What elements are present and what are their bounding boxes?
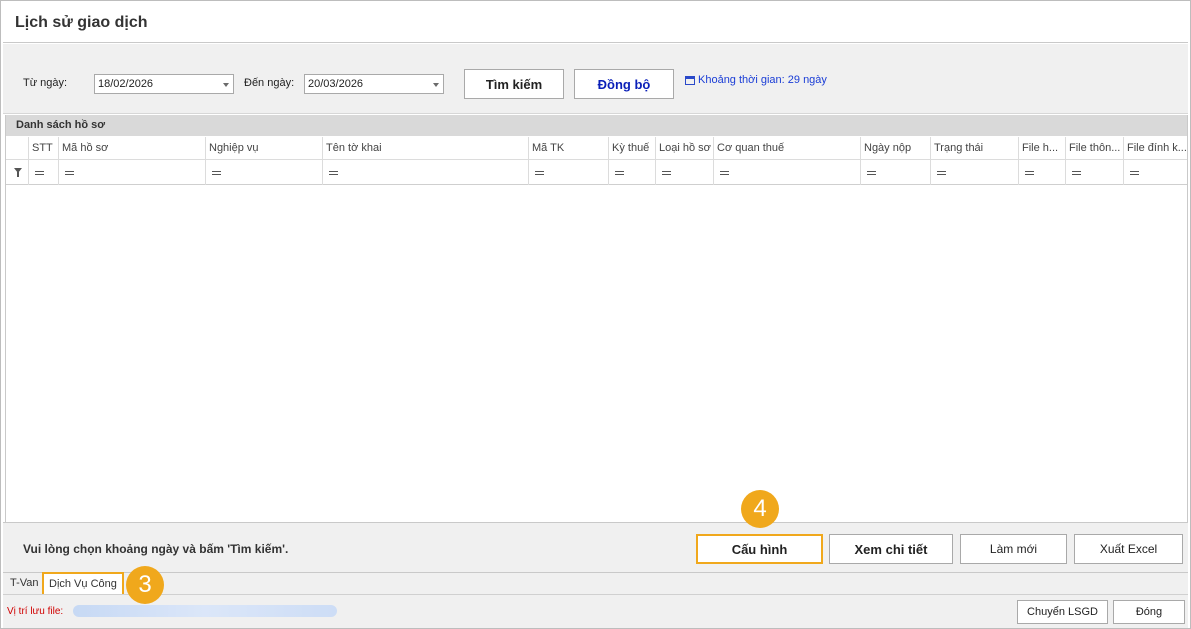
filter-cell-file-thong[interactable] — [1065, 160, 1123, 185]
equals-icon — [212, 171, 221, 175]
equals-icon — [662, 171, 671, 175]
tab-t-van[interactable]: T-Van — [5, 573, 45, 595]
equals-icon — [35, 171, 44, 175]
filter-cell-stt[interactable] — [28, 160, 58, 185]
to-date-label: Đến ngày: — [244, 77, 295, 89]
title-bar: Lịch sử giao dịch — [3, 3, 1188, 43]
grid-caption: Danh sách hồ sơ — [6, 115, 1187, 136]
filter-cell-file-h[interactable] — [1018, 160, 1065, 185]
equals-icon — [720, 171, 729, 175]
view-detail-button[interactable]: Xem chi tiết — [829, 534, 953, 564]
equals-icon — [1025, 171, 1034, 175]
filter-cell-trang-thai[interactable] — [930, 160, 1018, 185]
column-header-stt[interactable]: STT — [28, 137, 58, 160]
column-header-ngay-nop[interactable]: Ngày nộp — [860, 137, 930, 160]
tab-dich-vu-cong[interactable]: Dịch Vụ Công — [42, 572, 124, 596]
column-header-ma-ho-so[interactable]: Mã hồ sơ — [58, 137, 205, 160]
filter-cell-ma-tk[interactable] — [528, 160, 608, 185]
from-date-picker[interactable]: 18/02/2026 — [94, 74, 234, 94]
column-header-file-h[interactable]: File h... — [1018, 137, 1065, 160]
footer: Vị trí lưu file: Chuyển LSGD Đóng — [3, 594, 1188, 628]
grid-filter-row — [6, 160, 1187, 185]
column-header-ky-thue[interactable]: Kỳ thuế — [608, 137, 655, 160]
sync-button[interactable]: Đồng bộ — [574, 69, 674, 99]
equals-icon — [1130, 171, 1139, 175]
status-bar: Vui lòng chọn khoảng ngày và bấm 'Tìm ki… — [3, 522, 1188, 572]
column-header-ten-to-khai[interactable]: Tên tờ khai — [322, 137, 528, 160]
equals-icon — [615, 171, 624, 175]
column-header-trang-thai[interactable]: Trạng thái — [930, 137, 1018, 160]
export-excel-button[interactable]: Xuất Excel — [1074, 534, 1183, 564]
filter-cell-ngay-nop[interactable] — [860, 160, 930, 185]
chevron-down-icon[interactable] — [433, 83, 439, 87]
calendar-icon — [685, 75, 695, 85]
records-grid: Danh sách hồ sơ STT Mã hồ sơ Nghiệp vụ T… — [5, 115, 1188, 522]
column-header-file-dinh-kem[interactable]: File đính k... — [1123, 137, 1187, 160]
tab-strip: T-Van Dịch Vụ Công — [3, 572, 1188, 596]
filter-cell-ma-ho-so[interactable] — [58, 160, 205, 185]
filter-cell-ten-to-khai[interactable] — [322, 160, 528, 185]
date-range-text: Khoảng thời gian: 29 ngày — [698, 74, 827, 86]
filter-cell-loai-ho-so[interactable] — [655, 160, 713, 185]
close-button[interactable]: Đóng — [1113, 600, 1185, 624]
column-header-ma-tk[interactable]: Mã TK — [528, 137, 608, 160]
filter-cell-ky-thue[interactable] — [608, 160, 655, 185]
to-date-picker[interactable]: 20/03/2026 — [304, 74, 444, 94]
status-message: Vui lòng chọn khoảng ngày và bấm 'Tìm ki… — [23, 542, 289, 556]
chevron-down-icon[interactable] — [223, 83, 229, 87]
equals-icon — [937, 171, 946, 175]
column-header-co-quan-thue[interactable]: Cơ quan thuế — [713, 137, 860, 160]
equals-icon — [1072, 171, 1081, 175]
filter-cell-co-quan-thue[interactable] — [713, 160, 860, 185]
config-button[interactable]: Cấu hình — [696, 534, 823, 564]
transfer-lsgd-button[interactable]: Chuyển LSGD — [1017, 600, 1108, 624]
window-title: Lịch sử giao dịch — [15, 14, 148, 31]
refresh-button[interactable]: Làm mới — [960, 534, 1067, 564]
filter-cell-nghiep-vu[interactable] — [205, 160, 322, 185]
search-button[interactable]: Tìm kiếm — [464, 69, 564, 99]
date-range-link[interactable]: Khoảng thời gian: 29 ngày — [685, 74, 827, 86]
equals-icon — [535, 171, 544, 175]
grid-header-row: STT Mã hồ sơ Nghiệp vụ Tên tờ khai Mã TK… — [6, 137, 1187, 160]
from-date-label: Từ ngày: — [23, 77, 68, 89]
column-header-nghiep-vu[interactable]: Nghiệp vụ — [205, 137, 322, 160]
main-window: Lịch sử giao dịch Từ ngày: 18/02/2026 Đế… — [0, 0, 1191, 629]
filter-area: Từ ngày: 18/02/2026 Đến ngày: 20/03/2026… — [3, 44, 1188, 114]
filter-icon[interactable] — [14, 168, 22, 177]
from-date-value: 18/02/2026 — [98, 78, 154, 90]
equals-icon — [65, 171, 74, 175]
column-header-file-thong[interactable]: File thôn... — [1065, 137, 1123, 160]
column-header-loai-ho-so[interactable]: Loại hồ sơ — [655, 137, 713, 160]
to-date-value: 20/03/2026 — [308, 78, 364, 90]
filter-cell-file-dinh-kem[interactable] — [1123, 160, 1187, 185]
step-badge-3: 3 — [126, 566, 164, 604]
equals-icon — [867, 171, 876, 175]
save-path-label: Vị trí lưu file: — [7, 606, 64, 617]
step-badge-4: 4 — [741, 490, 779, 528]
equals-icon — [329, 171, 338, 175]
save-path-link[interactable] — [73, 605, 337, 617]
